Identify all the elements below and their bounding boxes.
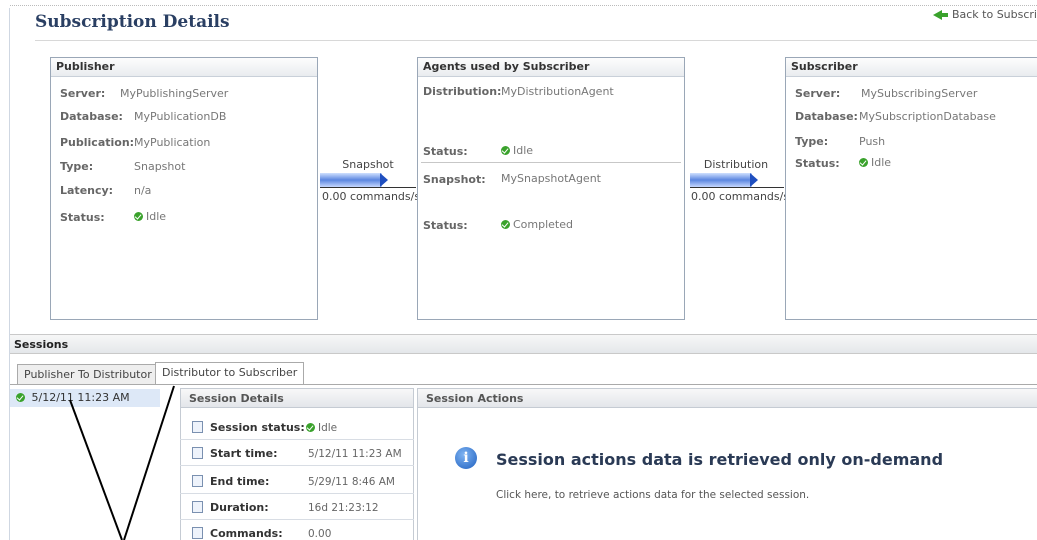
status-ok-icon <box>501 146 510 155</box>
session-item-label: 5/12/11 11:23 AM <box>31 391 130 404</box>
tab-publisher-to-distributor[interactable]: Publisher To Distributor <box>17 364 159 384</box>
start-time-row: Start time: 5/12/11 11:23 AM <box>180 442 414 466</box>
distribution-flow-line <box>690 187 784 188</box>
title-divider <box>35 40 1037 41</box>
publisher-latency-label: Latency: <box>60 184 114 197</box>
duration-value: 16d 21:23:12 <box>308 502 379 514</box>
agents-header: Agents used by Subscriber <box>418 58 684 77</box>
snapshot-flow-line <box>320 187 416 188</box>
snapshot-flow-arrow-icon <box>380 173 388 187</box>
agents-distribution-value: MyDistributionAgent <box>501 85 614 98</box>
distribution-flow-arrow-icon <box>750 173 758 187</box>
back-arrow-icon <box>932 10 942 20</box>
publisher-publication-label: Publication: <box>60 136 135 149</box>
tab-distributor-to-subscriber[interactable]: Distributor to Subscriber <box>155 362 305 384</box>
session-status-value: Idle <box>318 422 338 434</box>
subscriber-status-label: Status: <box>795 157 840 170</box>
session-status-label: Session status: <box>210 421 305 434</box>
subscriber-type-label: Type: <box>795 135 829 148</box>
subscriber-server-value: MySubscribingServer <box>861 87 978 100</box>
agents-snapshot-value: MySnapshotAgent <box>501 172 601 185</box>
publisher-server-label: Server: <box>60 87 106 100</box>
back-link-label: Back to Subscri <box>951 8 1037 21</box>
publisher-status-value: Idle <box>146 210 167 223</box>
publisher-server-value: MyPublishingServer <box>120 87 229 100</box>
start-time-value: 5/12/11 11:23 AM <box>308 448 402 460</box>
session-details-header: Session Details <box>180 388 414 408</box>
publisher-header: Publisher <box>51 58 317 77</box>
subscriber-panel: Subscriber Server: MySubscribingServer D… <box>785 57 1037 320</box>
end-time-row: End time: 5/29/11 8:46 AM <box>180 470 414 494</box>
agents-distribution-label: Distribution: <box>423 85 502 98</box>
duration-row: Duration: 16d 21:23:12 <box>180 496 414 520</box>
commands-icon <box>192 527 203 539</box>
status-ok-icon <box>501 220 510 229</box>
publisher-database-value: MyPublicationDB <box>134 110 227 123</box>
agents-status2-label: Status: <box>423 219 468 232</box>
agents-status2-value: Completed <box>513 218 573 231</box>
snapshot-flow-rate: 0.00 commands/s <box>322 190 421 203</box>
tab-strip-border <box>10 384 1037 385</box>
session-actions-hint-link[interactable]: Click here, to retrieve actions data for… <box>496 489 809 501</box>
duration-label: Duration: <box>210 501 269 514</box>
snapshot-flow-label: Snapshot <box>342 158 394 171</box>
status-ok-icon <box>16 393 25 402</box>
subscriber-header: Subscriber <box>786 58 1037 77</box>
publisher-type-label: Type: <box>60 160 94 173</box>
session-actions-panel <box>417 408 1037 540</box>
status-ok-icon <box>134 212 143 221</box>
commands-label: Commands: <box>210 527 283 540</box>
publisher-publication-value: MyPublication <box>134 136 211 149</box>
distribution-flow-rate: 0.00 commands/s <box>691 190 790 203</box>
session-actions-header: Session Actions <box>417 388 1037 408</box>
publisher-status: Idle <box>134 210 166 223</box>
subscriber-server-label: Server: <box>795 87 841 100</box>
end-time-value: 5/29/11 8:46 AM <box>308 476 395 488</box>
subscriber-database-value: MySubscriptionDatabase <box>859 110 996 123</box>
session-list: 5/12/11 11:23 AM <box>10 387 170 540</box>
session-status-row: Session status: Idle <box>180 416 414 440</box>
agents-status1-label: Status: <box>423 145 468 158</box>
start-time-icon <box>192 447 203 459</box>
session-status-value-wrap: Idle <box>306 422 337 434</box>
distribution-flow-label: Distribution <box>703 158 769 171</box>
commands-value: 0.00 <box>308 528 332 540</box>
end-time-label: End time: <box>210 475 270 488</box>
subscriber-status: Idle <box>859 156 891 169</box>
start-time-label: Start time: <box>210 447 278 460</box>
agents-status2: Completed <box>501 218 573 231</box>
end-time-icon <box>192 475 203 487</box>
agents-panel: Agents used by Subscriber Distribution: … <box>417 57 685 320</box>
subscriber-database-label: Database: <box>795 110 858 123</box>
subscriber-type-value: Push <box>859 135 886 148</box>
subscriber-status-value: Idle <box>871 156 892 169</box>
sessions-header: Sessions <box>10 334 1037 354</box>
back-link[interactable]: Back to Subscri <box>932 8 1037 21</box>
publisher-database-label: Database: <box>60 110 123 123</box>
duration-icon <box>192 501 203 513</box>
publisher-type-value: Snapshot <box>134 160 186 173</box>
status-ok-icon <box>859 158 868 167</box>
publisher-panel: Publisher Server: MyPublishingServer Dat… <box>50 57 318 320</box>
agents-divider <box>421 162 681 163</box>
publisher-latency-value: n/a <box>134 184 152 197</box>
snapshot-flow-bar <box>320 173 382 187</box>
top-dotted-border <box>10 5 1037 6</box>
page-title: Subscription Details <box>35 12 230 32</box>
publisher-status-label: Status: <box>60 211 105 224</box>
status-ok-icon <box>306 423 315 432</box>
list-item[interactable]: 5/12/11 11:23 AM <box>10 389 160 407</box>
distribution-flow-bar <box>690 173 752 187</box>
commands-row: Commands: 0.00 <box>180 522 414 540</box>
agents-snapshot-label: Snapshot: <box>423 173 486 186</box>
agents-status1: Idle <box>501 144 533 157</box>
info-icon: i <box>455 447 477 469</box>
session-status-icon <box>192 421 203 433</box>
agents-status1-value: Idle <box>513 144 534 157</box>
session-actions-message: Session actions data is retrieved only o… <box>496 450 944 469</box>
